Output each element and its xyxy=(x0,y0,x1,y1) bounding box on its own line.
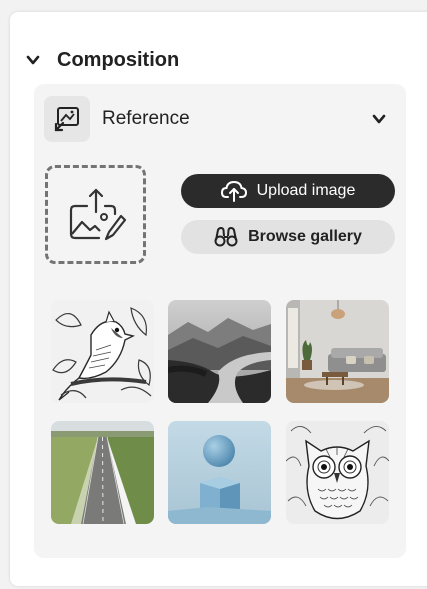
composition-section-toggle[interactable]: Composition xyxy=(26,44,179,76)
reference-header[interactable]: Reference xyxy=(34,84,406,154)
image-upload-icon xyxy=(69,188,126,240)
image-drop-zone[interactable] xyxy=(45,165,146,264)
upload-image-button[interactable]: Upload image xyxy=(181,174,395,208)
chevron-down-icon xyxy=(26,55,40,65)
gallery-thumbnail-river[interactable] xyxy=(168,300,271,403)
chevron-down-icon[interactable] xyxy=(371,111,387,127)
reference-title: Reference xyxy=(102,108,190,129)
binoculars-icon xyxy=(214,227,238,247)
browse-gallery-label: Browse gallery xyxy=(248,228,362,245)
section-title: Composition xyxy=(57,48,180,71)
upload-image-label: Upload image xyxy=(256,182,356,199)
gallery-thumbnail-road[interactable] xyxy=(51,421,154,524)
gallery-thumbnail-bird[interactable] xyxy=(51,300,154,403)
browse-gallery-button[interactable]: Browse gallery xyxy=(181,220,395,254)
gallery-thumbnail-living-room[interactable] xyxy=(286,300,389,403)
reference-image-icon xyxy=(44,96,90,142)
gallery-thumbnail-sphere-cube[interactable] xyxy=(168,421,271,524)
cloud-upload-icon xyxy=(220,180,247,202)
gallery-thumbnail-owl[interactable] xyxy=(286,421,389,524)
